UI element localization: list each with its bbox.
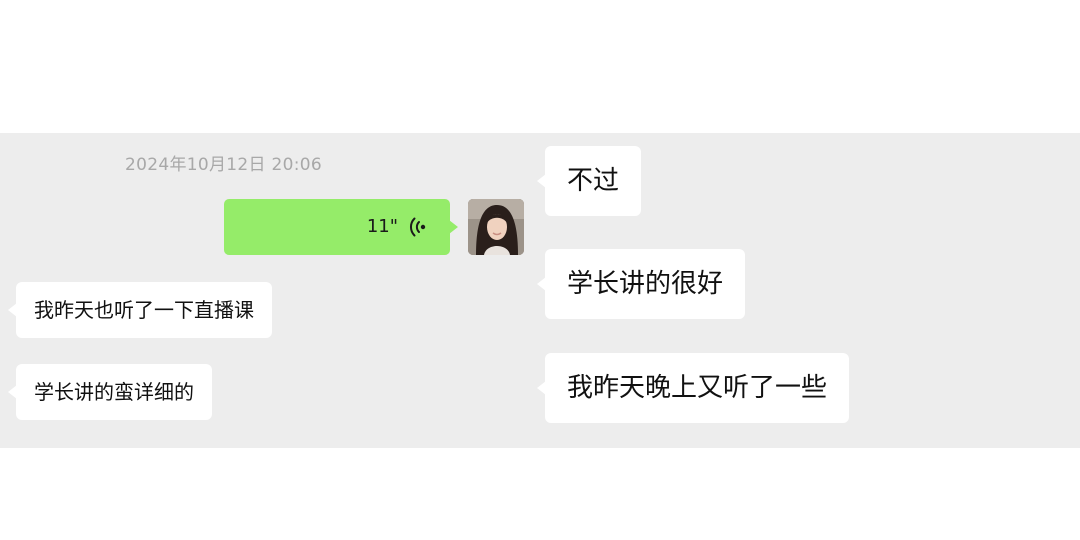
message-bubble-received[interactable]: 不过 [536, 146, 642, 216]
message-bubble-received[interactable]: 我昨天晚上又听了一些 [536, 353, 850, 423]
screenshot-stage: 2024年10月12日 20:06 11" 我昨天也听了一下直播课 学长讲的蛮详… [0, 0, 1080, 540]
voice-message-bubble[interactable]: 11" [224, 199, 458, 255]
message-text: 不过 [567, 166, 620, 196]
message-bubble-received[interactable]: 学长讲的蛮详细的 [8, 364, 212, 420]
message-text: 我昨天也听了一下直播课 [34, 298, 254, 322]
message-text: 我昨天晚上又听了一些 [567, 373, 828, 403]
avatar[interactable] [468, 199, 524, 255]
voice-wave-icon [408, 216, 428, 238]
message-bubble-received[interactable]: 我昨天也听了一下直播课 [8, 282, 272, 338]
message-text: 学长讲的蛮详细的 [34, 380, 194, 404]
message-text: 学长讲的很好 [567, 269, 724, 299]
message-bubble-received[interactable]: 学长讲的很好 [536, 249, 746, 319]
voice-duration: 11" [366, 216, 398, 237]
message-timestamp: 2024年10月12日 20:06 [125, 155, 323, 175]
